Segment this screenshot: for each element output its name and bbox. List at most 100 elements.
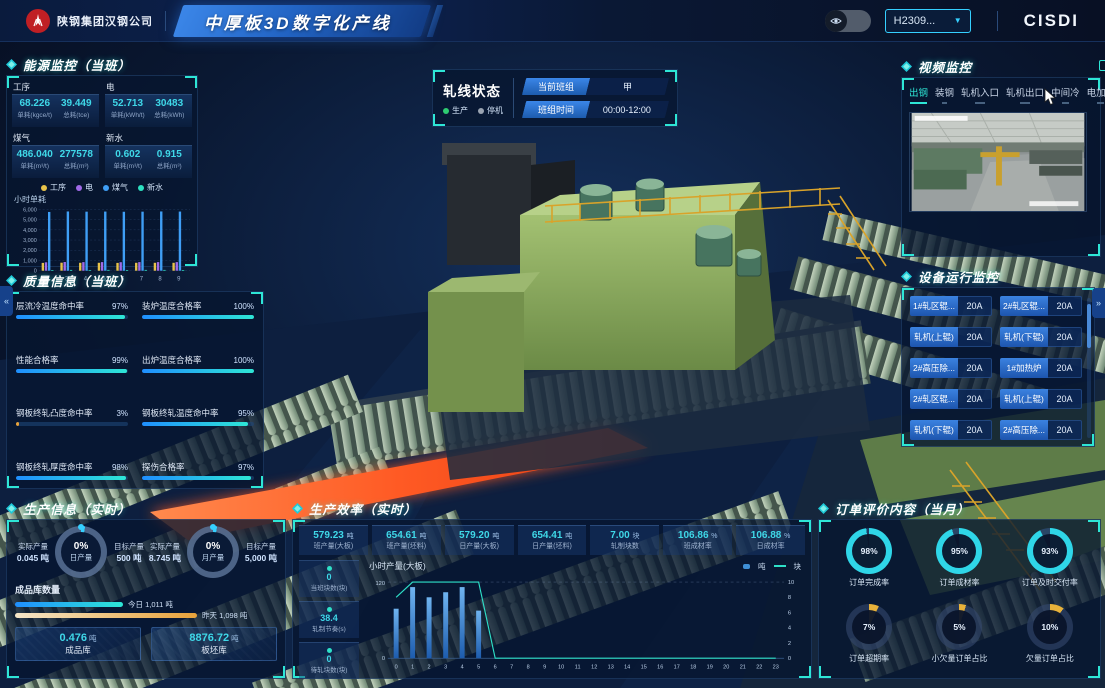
efficiency-side-card: 0 当班块数(块)	[299, 560, 359, 597]
legend-item: 电	[76, 182, 93, 193]
order-ring-gauge: 5% 小欠量订单占比	[915, 604, 1003, 676]
stat-label: 日产量(大板)	[459, 541, 499, 551]
quality-item: 钢板终轧厚度命中率98%	[16, 461, 128, 480]
quality-item: 钢板终轧温度命中率95%	[142, 407, 254, 426]
visibility-toggle[interactable]	[825, 10, 871, 32]
status-stopped: 停机	[478, 105, 503, 116]
gauge-right-value: 500 吨	[111, 552, 147, 564]
efficiency-stats: 579.23 吨 班产量(大板) 654.61 吨 班产量(坯料) 579.20…	[299, 525, 805, 555]
svg-text:23: 23	[773, 665, 779, 671]
video-thumbnail[interactable]	[909, 112, 1087, 212]
gauge-left-value: 8.745 吨	[147, 552, 183, 564]
panel-title: 质量信息（当班）	[23, 271, 131, 290]
heat-number-value: H2309...	[894, 15, 936, 27]
quality-item: 钢板终轧凸度命中率3%	[16, 407, 128, 426]
ring-gauge: 0%日产量	[55, 526, 107, 578]
current-shift-badge: 当前班组 甲	[522, 78, 669, 95]
energy-chart-title: 小时单耗	[14, 194, 192, 205]
energy-section-name: 新水	[106, 132, 192, 144]
bar-label: 昨天 1,098 吨	[202, 610, 247, 621]
diamond-icon	[6, 59, 17, 70]
svg-text:7: 7	[510, 665, 513, 671]
brand-logo: CISDI	[1024, 11, 1079, 31]
badge-label: 班组时间	[522, 101, 590, 118]
svg-text:6: 6	[788, 610, 791, 616]
camera-tab[interactable]: 电加热	[1087, 83, 1105, 104]
ring-arc: 93%	[1027, 528, 1073, 574]
panel-title: 生产信息（实时）	[23, 499, 131, 518]
camera-tab[interactable]: 出钢	[909, 83, 928, 104]
progress-fill	[142, 369, 254, 373]
page-title-plate: 中厚板3D数字化产线	[173, 5, 431, 37]
device-row: 2#高压除... 20A	[1000, 420, 1082, 440]
scrollbar-thumb[interactable]	[1087, 304, 1091, 348]
panel-video-monitor: 视频监控 出钢装钢轧机入口轧机出口中间冷电加热	[901, 58, 1101, 257]
legend-dot-icon	[76, 185, 82, 191]
panel-collapse-right[interactable]: »	[1092, 288, 1105, 318]
ring-arc: 10%	[1027, 604, 1073, 650]
svg-text:14: 14	[624, 665, 630, 671]
ring-gauge: 0%月产量	[187, 526, 239, 578]
panel-title: 能源监控（当班）	[23, 55, 131, 74]
svg-text:10: 10	[788, 580, 794, 586]
svg-text:3,000: 3,000	[23, 238, 37, 244]
camera-tab[interactable]: 装钢	[935, 83, 954, 104]
energy-section-name: 工序	[13, 81, 99, 93]
panel-title: 视频监控	[918, 57, 972, 76]
stock-bar-today: 今日 1,011 吨	[15, 599, 277, 610]
bar-fill	[15, 613, 197, 618]
diamond-icon	[6, 503, 17, 514]
svg-text:21: 21	[740, 665, 746, 671]
camera-tab[interactable]: 轧机入口	[961, 83, 999, 104]
ring-percent: 5%	[953, 622, 965, 632]
company-logo-group: 陕钢集团汉钢公司	[0, 9, 153, 33]
side-stat-value: 0	[326, 654, 331, 664]
progress-fill	[142, 476, 251, 480]
panel-title: 设备运行监控	[918, 267, 999, 286]
unit-consumption-label: 单耗(m³/t)	[107, 160, 149, 170]
device-row: 轧机(上辊) 20A	[910, 327, 992, 347]
gauge-left-label: 实际产量	[147, 541, 183, 552]
unit-consumption-value: 68.226	[14, 98, 56, 109]
quality-percent: 97%	[112, 302, 128, 311]
quality-percent: 97%	[238, 463, 254, 472]
expand-icon[interactable]	[1099, 60, 1105, 71]
panel-collapse-left[interactable]: «	[0, 286, 13, 316]
device-current-value: 20A	[958, 420, 992, 440]
panel-order-evaluation: 订单评价内容（当月） 98% 订单完成率 95% 订单成材率 93% 订单及时交…	[818, 500, 1101, 679]
legend-dot-icon	[138, 185, 144, 191]
device-row: 轧机(下辊) 20A	[910, 420, 992, 440]
ring-percent: 98%	[861, 546, 878, 556]
page-title: 中厚板3D数字化产线	[204, 8, 392, 33]
svg-text:6,000: 6,000	[23, 207, 37, 213]
header-divider	[165, 11, 166, 31]
ring-label: 订单及时交付率	[1022, 577, 1078, 588]
quality-percent: 99%	[112, 356, 128, 365]
progress-fill	[142, 315, 254, 319]
svg-text:16: 16	[657, 665, 663, 671]
diamond-icon	[292, 503, 303, 514]
svg-text:3: 3	[444, 665, 447, 671]
legend-dot-icon	[41, 185, 47, 191]
panel-production-efficiency: 生产效率（实时） 579.23 吨 班产量(大板) 654.61 吨 班产量(坯…	[292, 500, 812, 679]
efficiency-stat-card: 106.86 % 班成材率	[663, 525, 732, 555]
side-stat-label: 当班块数(块)	[311, 582, 348, 592]
panel-line-status: 轧线状态 生产 停机 当前班组 甲 班组时间 00:00-12:00	[432, 69, 678, 127]
camera-tab[interactable]: 轧机出口	[1006, 83, 1044, 104]
quality-item: 层流冷温度命中率97%	[16, 300, 128, 319]
chevron-down-icon: ▼	[954, 16, 962, 25]
svg-text:12: 12	[591, 665, 597, 671]
legend-label: 新水	[147, 182, 163, 193]
svg-text:13: 13	[608, 665, 614, 671]
stock-bar-yesterday: 昨天 1,098 吨	[15, 610, 277, 621]
diamond-icon	[901, 271, 912, 282]
svg-text:10: 10	[558, 665, 564, 671]
quality-percent: 100%	[234, 302, 254, 311]
heat-number-dropdown[interactable]: H2309... ▼	[885, 9, 971, 33]
device-current-value: 20A	[1048, 389, 1082, 409]
progress-track	[16, 369, 128, 373]
scrollbar[interactable]	[1087, 298, 1091, 438]
progress-track	[142, 369, 254, 373]
device-row: 轧机(上辊) 20A	[1000, 389, 1082, 409]
quality-item: 探伤合格率97%	[142, 461, 254, 480]
